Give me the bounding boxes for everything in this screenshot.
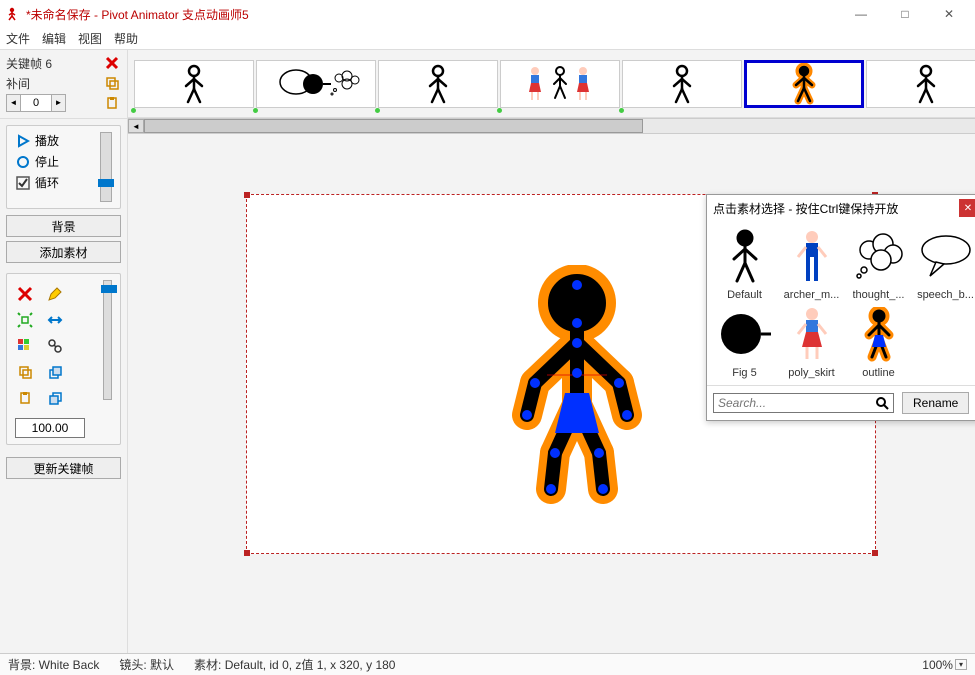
status-bg: 背景: White Back [8, 656, 99, 673]
menu-help[interactable]: 帮助 [114, 30, 138, 47]
play-label: 播放 [35, 132, 59, 149]
frame-thumbnail[interactable] [256, 60, 376, 108]
delete-figure-button[interactable] [15, 284, 35, 304]
menubar: 文件 编辑 视图 帮助 [0, 28, 975, 50]
tween-spinner[interactable]: ◄ 0 ► [6, 94, 66, 112]
join-figure-button[interactable] [45, 336, 65, 356]
checkbox-icon [15, 175, 31, 191]
tools-panel [6, 273, 121, 445]
rename-material-button[interactable]: Rename [902, 392, 969, 414]
copy-figure-button[interactable] [15, 362, 35, 382]
material-item-polyskirt[interactable]: poly_skirt [780, 305, 843, 379]
menu-view[interactable]: 视图 [78, 30, 102, 47]
edit-figure-button[interactable] [45, 284, 65, 304]
material-item-speech[interactable]: speech_b... [914, 227, 975, 301]
paste-frames-button[interactable] [103, 94, 121, 112]
center-figure-button[interactable] [15, 310, 35, 330]
spinner-up-button[interactable]: ► [51, 95, 65, 111]
paste-figure-button[interactable] [15, 388, 35, 408]
color-figure-button[interactable] [15, 336, 35, 356]
dialog-title: 点击素材选择 - 按住Ctrl键保持开放 [713, 200, 898, 217]
stop-button[interactable]: 停止 [15, 153, 100, 170]
material-label: speech_b... [917, 289, 974, 301]
left-sidebar: 关键帧 6 补间 ◄ 0 ► [0, 50, 128, 653]
resize-handle-br[interactable] [872, 550, 878, 556]
tween-label: 补间 [6, 75, 30, 92]
speed-slider[interactable] [100, 132, 112, 202]
material-label: Fig 5 [732, 367, 756, 379]
raise-figure-button[interactable] [45, 362, 65, 382]
status-figure: 素材: Default, id 0, z值 1, x 320, y 180 [194, 656, 395, 673]
minimize-button[interactable]: — [839, 0, 883, 28]
play-button[interactable]: 播放 [15, 132, 100, 149]
window-title: *未命名保存 - Pivot Animator 支点动画师5 [26, 6, 249, 23]
statusbar: 背景: White Back 镜头: 默认 素材: Default, id 0,… [0, 653, 975, 675]
material-search[interactable] [713, 393, 894, 413]
frame-strip [128, 50, 975, 118]
scale-input[interactable] [15, 418, 85, 438]
material-item-thought[interactable]: thought_... [847, 227, 910, 301]
material-label: thought_... [853, 289, 905, 301]
stage-figure[interactable] [507, 265, 647, 505]
material-item-archer[interactable]: archer_m... [780, 227, 843, 301]
frame-thumbnail[interactable] [500, 60, 620, 108]
status-camera: 镜头: 默认 [119, 656, 174, 673]
stop-label: 停止 [35, 153, 59, 170]
delete-keyframe-button[interactable] [103, 54, 121, 72]
loop-label: 循环 [35, 174, 59, 191]
maximize-button[interactable]: □ [883, 0, 927, 28]
resize-handle-tl[interactable] [244, 192, 250, 198]
frame-thumbnail[interactable] [866, 60, 975, 108]
loop-checkbox[interactable]: 循环 [15, 174, 100, 191]
material-label: archer_m... [784, 289, 840, 301]
add-material-button[interactable]: 添加素材 [6, 241, 121, 263]
scroll-left-button[interactable]: ◄ [128, 119, 144, 133]
scale-slider[interactable] [103, 280, 112, 400]
frame-thumbnail[interactable] [622, 60, 742, 108]
search-icon [875, 396, 889, 410]
update-keyframe-button[interactable]: 更新关键帧 [6, 457, 121, 479]
playback-panel: 播放 停止 循环 [6, 125, 121, 209]
keyframe-panel: 关键帧 6 补间 ◄ 0 ► [0, 50, 127, 119]
material-label: outline [862, 367, 894, 379]
frame-thumbnail-selected[interactable] [744, 60, 864, 108]
keyframe-label: 关键帧 6 [6, 55, 52, 72]
menu-file[interactable]: 文件 [6, 30, 30, 47]
copy-frames-button[interactable] [103, 74, 121, 92]
titlebar: *未命名保存 - Pivot Animator 支点动画师5 — □ ✕ [0, 0, 975, 28]
search-input[interactable] [718, 396, 875, 410]
flip-figure-button[interactable] [45, 310, 65, 330]
spinner-down-button[interactable]: ◄ [7, 95, 21, 111]
zoom-dropdown-icon[interactable]: ▾ [955, 659, 967, 670]
canvas-area[interactable]: 点击素材选择 - 按住Ctrl键保持开放 ✕ Default archer_m.… [128, 134, 975, 653]
resize-handle-bl[interactable] [244, 550, 250, 556]
material-picker-dialog: 点击素材选择 - 按住Ctrl键保持开放 ✕ Default archer_m.… [706, 194, 975, 421]
menu-edit[interactable]: 编辑 [42, 30, 66, 47]
app-icon [4, 6, 20, 22]
material-label: poly_skirt [788, 367, 834, 379]
frame-thumbnail[interactable] [134, 60, 254, 108]
play-icon [15, 133, 31, 149]
dialog-close-button[interactable]: ✕ [959, 199, 975, 217]
frame-thumbnail[interactable] [378, 60, 498, 108]
material-grid: Default archer_m... thought_... spe [713, 227, 975, 379]
background-button[interactable]: 背景 [6, 215, 121, 237]
zoom-value: 100% [922, 658, 953, 672]
close-button[interactable]: ✕ [927, 0, 971, 28]
stop-icon [15, 154, 31, 170]
material-item-outline[interactable]: outline [847, 305, 910, 379]
material-item-default[interactable]: Default [713, 227, 776, 301]
material-label: Default [727, 289, 762, 301]
material-item-fig5[interactable]: Fig 5 [713, 305, 776, 379]
lower-figure-button[interactable] [45, 388, 65, 408]
spinner-value: 0 [21, 97, 51, 109]
timeline-scrollbar[interactable]: ◄ ► [128, 118, 975, 134]
